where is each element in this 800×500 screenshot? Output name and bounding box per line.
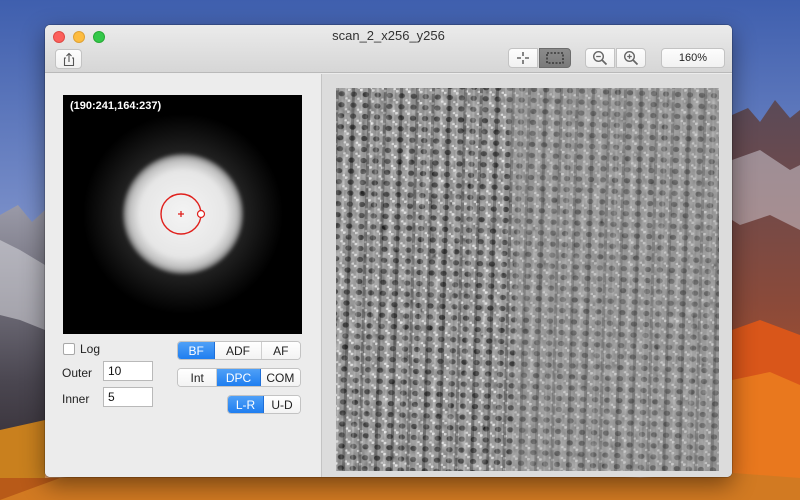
window-title: scan_2_x256_y256 (332, 28, 445, 43)
crosshair-tool-button[interactable] (508, 48, 538, 68)
outer-field[interactable] (103, 361, 153, 381)
title-bar: scan_2_x256_y256 160% (45, 25, 732, 73)
signal-dpc-segment[interactable]: DPC (217, 369, 261, 386)
signal-segmented-control: Int DPC COM (177, 368, 301, 387)
zoom-out-icon (592, 50, 608, 66)
outer-label: Outer (62, 366, 93, 380)
zoom-out-button[interactable] (585, 48, 615, 68)
coordinate-readout: (190:241,164:237) (70, 100, 162, 112)
mode-af-segment[interactable]: AF (261, 342, 300, 359)
scan-image (336, 88, 719, 471)
inner-label: Inner (62, 392, 90, 406)
crosshair-icon (517, 52, 529, 64)
image-panel (322, 74, 732, 477)
app-window: scan_2_x256_y256 160% (190:241,164:237) … (45, 25, 732, 477)
rectangle-select-tool-button[interactable] (539, 48, 571, 68)
mode-bf-segment[interactable]: BF (178, 342, 216, 359)
direction-lr-segment[interactable]: L-R (228, 396, 265, 413)
controls-panel: (190:241,164:237) Log Outer Inner BF ADF… (45, 74, 321, 477)
signal-int-segment[interactable]: Int (178, 369, 218, 386)
detector-ring-handle[interactable] (196, 209, 206, 219)
diffraction-pattern-image (83, 114, 283, 314)
direction-segmented-control: L-R U-D (227, 395, 301, 414)
rectangle-select-icon (546, 52, 564, 64)
share-button[interactable] (55, 49, 82, 69)
log-label: Log (80, 342, 101, 356)
zoom-level-button[interactable]: 160% (661, 48, 725, 68)
share-icon (63, 52, 74, 66)
mode-adf-segment[interactable]: ADF (215, 342, 262, 359)
signal-com-segment[interactable]: COM (260, 369, 300, 386)
log-checkbox[interactable] (63, 343, 75, 355)
scan-image-view[interactable] (336, 88, 719, 471)
zoom-in-icon (623, 50, 639, 66)
diffraction-pattern-view[interactable]: (190:241,164:237) (63, 95, 302, 334)
direction-ud-segment[interactable]: U-D (264, 396, 300, 413)
log-checkbox-row[interactable]: Log (63, 342, 100, 356)
mode-segmented-control: BF ADF AF (177, 341, 301, 360)
zoom-in-button[interactable] (616, 48, 646, 68)
inner-field[interactable] (103, 387, 153, 407)
